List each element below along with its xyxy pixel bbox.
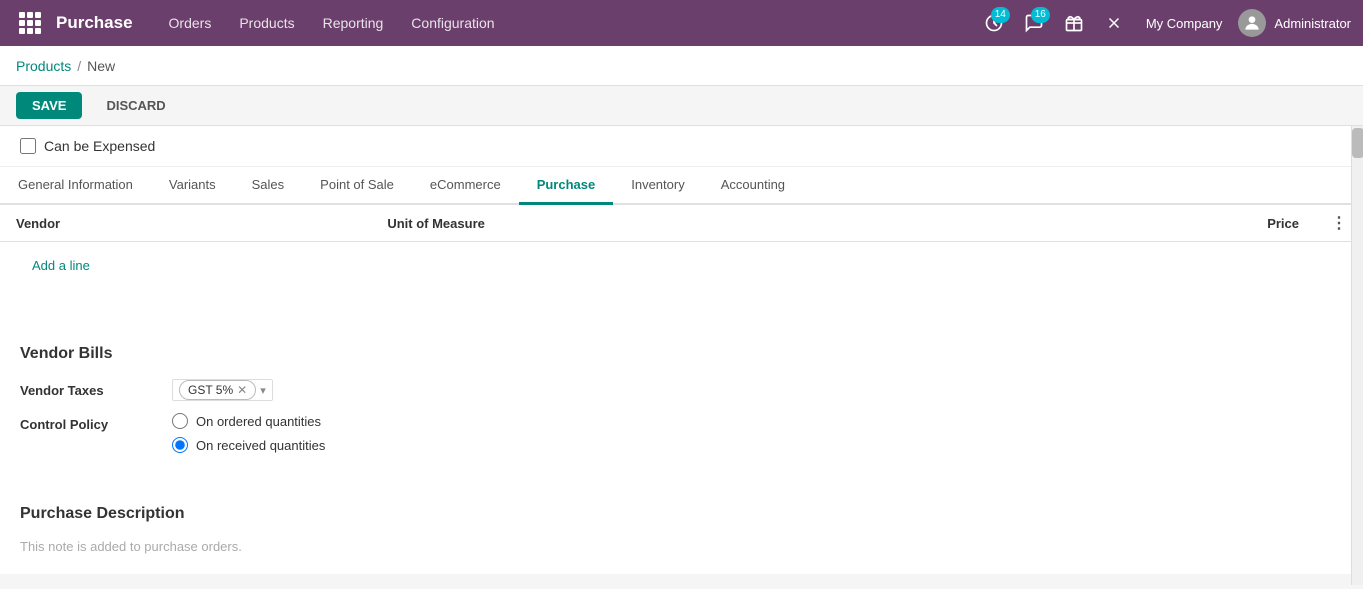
can-be-expensed-row: Can be Expensed bbox=[0, 126, 1363, 167]
radio-ordered-label: On ordered quantities bbox=[196, 414, 321, 429]
vendor-table: Vendor Unit of Measure Price ⋮ Add a lin… bbox=[0, 205, 1363, 289]
vendor-taxes-control: GST 5% ✕ ▾ bbox=[172, 379, 273, 401]
breadcrumb-parent[interactable]: Products bbox=[16, 58, 71, 74]
vendor-bills-section: Vendor Bills Vendor Taxes GST 5% ✕ ▾ Con… bbox=[0, 325, 1363, 485]
col-vendor: Vendor bbox=[0, 205, 371, 242]
tab-inventory[interactable]: Inventory bbox=[613, 167, 702, 205]
form-card: Can be Expensed General Information Vari… bbox=[0, 126, 1363, 574]
app-grid-menu[interactable] bbox=[12, 0, 48, 46]
chat-badge: 16 bbox=[1031, 7, 1050, 23]
discard-button[interactable]: DISCARD bbox=[90, 92, 181, 119]
nav-reporting[interactable]: Reporting bbox=[311, 9, 396, 37]
action-bar: SAVE DISCARD bbox=[0, 86, 1363, 126]
user-name: Administrator bbox=[1274, 16, 1351, 31]
clock-icon-btn[interactable]: 14 bbox=[978, 7, 1010, 39]
scrollbar[interactable] bbox=[1351, 126, 1363, 585]
top-navigation: Purchase Orders Products Reporting Confi… bbox=[0, 0, 1363, 46]
vendor-table-container: Vendor Unit of Measure Price ⋮ Add a lin… bbox=[0, 205, 1363, 325]
control-policy-label: Control Policy bbox=[20, 413, 160, 432]
add-line-row: Add a line bbox=[0, 242, 1363, 290]
vendor-bills-title: Vendor Bills bbox=[20, 345, 1343, 363]
nav-links: Orders Products Reporting Configuration bbox=[157, 9, 507, 37]
vendor-taxes-label: Vendor Taxes bbox=[20, 379, 160, 398]
col-uom: Unit of Measure bbox=[371, 205, 1003, 242]
control-policy-row: Control Policy On ordered quantities On … bbox=[20, 413, 1343, 453]
radio-ordered-quantities[interactable]: On ordered quantities bbox=[172, 413, 325, 429]
nav-orders[interactable]: Orders bbox=[157, 9, 224, 37]
tab-variants[interactable]: Variants bbox=[151, 167, 234, 205]
nav-right-area: 14 16 My Company Administrator bbox=[978, 7, 1351, 39]
purchase-description-section: Purchase Description This note is added … bbox=[0, 485, 1363, 574]
close-icon-btn[interactable] bbox=[1098, 7, 1130, 39]
can-be-expensed-checkbox[interactable] bbox=[20, 138, 36, 154]
tax-input-wrap[interactable]: GST 5% ✕ ▾ bbox=[172, 379, 273, 401]
tax-dropdown-arrow[interactable]: ▾ bbox=[260, 384, 266, 397]
tab-purchase[interactable]: Purchase bbox=[519, 167, 614, 205]
vendor-taxes-row: Vendor Taxes GST 5% ✕ ▾ bbox=[20, 379, 1343, 401]
tab-ecommerce[interactable]: eCommerce bbox=[412, 167, 519, 205]
tab-point-of-sale[interactable]: Point of Sale bbox=[302, 167, 412, 205]
breadcrumb-current: New bbox=[87, 58, 115, 74]
breadcrumb-separator: / bbox=[77, 58, 81, 74]
can-be-expensed-label: Can be Expensed bbox=[44, 138, 155, 154]
tabs-bar: General Information Variants Sales Point… bbox=[0, 167, 1363, 205]
radio-ordered-input[interactable] bbox=[172, 413, 188, 429]
purchase-description-title: Purchase Description bbox=[20, 505, 1343, 523]
gift-icon-btn[interactable] bbox=[1058, 7, 1090, 39]
breadcrumb: Products / New bbox=[0, 46, 1363, 86]
col-price: Price bbox=[1004, 205, 1315, 242]
column-options-icon[interactable]: ⋮ bbox=[1331, 215, 1347, 232]
control-policy-options: On ordered quantities On received quanti… bbox=[172, 413, 325, 453]
radio-received-label: On received quantities bbox=[196, 438, 325, 453]
radio-received-quantities[interactable]: On received quantities bbox=[172, 437, 325, 453]
gst-tag-remove[interactable]: ✕ bbox=[237, 383, 247, 397]
chat-icon-btn[interactable]: 16 bbox=[1018, 7, 1050, 39]
clock-badge: 14 bbox=[991, 7, 1010, 23]
nav-configuration[interactable]: Configuration bbox=[399, 9, 506, 37]
avatar[interactable] bbox=[1238, 9, 1266, 37]
nav-products[interactable]: Products bbox=[227, 9, 306, 37]
save-button[interactable]: SAVE bbox=[16, 92, 82, 119]
tab-accounting[interactable]: Accounting bbox=[703, 167, 803, 205]
scrollbar-thumb[interactable] bbox=[1352, 128, 1363, 158]
tab-general-information[interactable]: General Information bbox=[0, 167, 151, 205]
gst-tag-label: GST 5% bbox=[188, 383, 233, 397]
app-title: Purchase bbox=[56, 13, 133, 33]
purchase-description-placeholder[interactable]: This note is added to purchase orders. bbox=[20, 539, 1343, 554]
add-line-button[interactable]: Add a line bbox=[16, 250, 106, 281]
radio-received-input[interactable] bbox=[172, 437, 188, 453]
tab-sales[interactable]: Sales bbox=[234, 167, 303, 205]
gst-tax-tag: GST 5% ✕ bbox=[179, 380, 256, 400]
company-name: My Company bbox=[1146, 16, 1223, 31]
main-content: Can be Expensed General Information Vari… bbox=[0, 126, 1363, 585]
